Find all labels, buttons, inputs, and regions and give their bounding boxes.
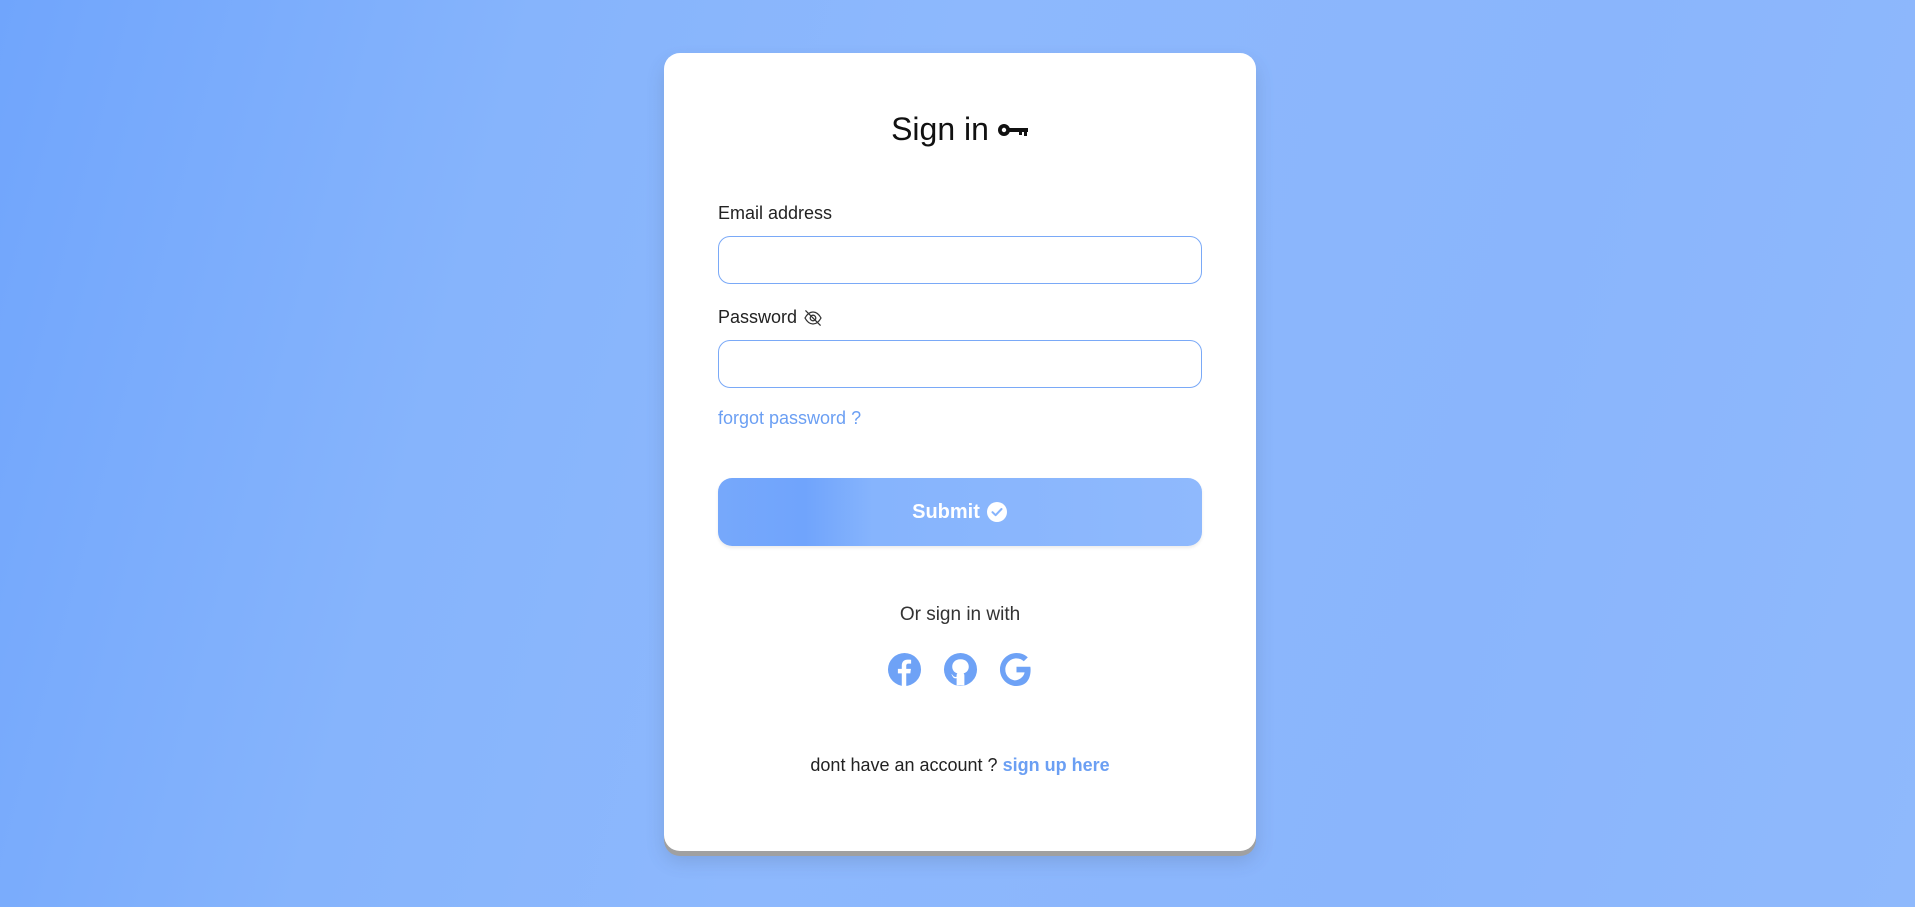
forgot-password-link[interactable]: forgot password ? bbox=[718, 408, 861, 429]
email-label: Email address bbox=[718, 203, 832, 224]
signup-prompt-text: dont have an account ? bbox=[810, 755, 998, 775]
key-icon bbox=[997, 122, 1029, 138]
sign-in-card: Sign in Email address Password forgot pa… bbox=[664, 53, 1256, 851]
page-title: Sign in bbox=[664, 105, 1256, 153]
password-label: Password bbox=[718, 307, 823, 328]
email-label-text: Email address bbox=[718, 203, 833, 223]
password-field[interactable] bbox=[718, 340, 1202, 388]
check-circle-icon bbox=[986, 501, 1008, 523]
email-field[interactable] bbox=[718, 236, 1202, 284]
eye-off-icon[interactable] bbox=[803, 309, 823, 326]
social-sign-in-label: Or sign in with bbox=[899, 604, 1021, 625]
signup-link[interactable]: sign up here bbox=[1003, 755, 1110, 775]
github-icon[interactable] bbox=[943, 652, 978, 687]
facebook-icon[interactable] bbox=[887, 652, 922, 687]
submit-button[interactable]: Submit bbox=[718, 478, 1202, 546]
social-buttons bbox=[664, 652, 1256, 687]
password-label-text: Password bbox=[718, 307, 798, 327]
title-text: Sign in bbox=[891, 111, 989, 147]
google-icon[interactable] bbox=[999, 652, 1034, 687]
submit-label: Submit bbox=[912, 500, 980, 523]
signup-prompt: dont have an account ? sign up here bbox=[664, 755, 1256, 776]
